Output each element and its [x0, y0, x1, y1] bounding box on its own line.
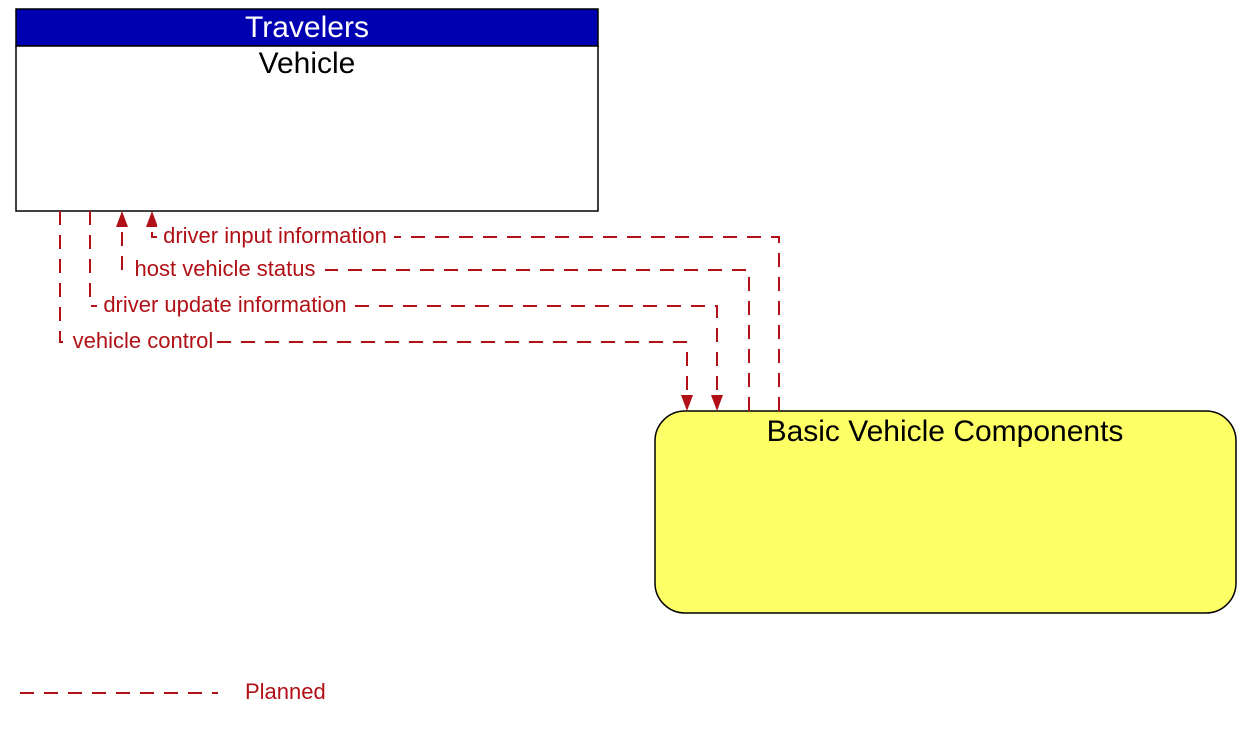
flow-label: driver update information	[103, 292, 346, 317]
flow-label: vehicle control	[73, 328, 214, 353]
legend: Planned	[20, 679, 326, 704]
architecture-diagram: Travelers Vehicle Basic Vehicle Componen…	[0, 0, 1252, 748]
arrowhead-icon	[116, 211, 128, 227]
arrowhead-icon	[681, 395, 693, 411]
arrowhead-icon	[711, 395, 723, 411]
node-basic-vehicle-components: Basic Vehicle Components	[655, 411, 1236, 613]
travelers-header-text: Travelers	[245, 11, 369, 44]
flow-label: host vehicle status	[135, 256, 316, 281]
component-title: Basic Vehicle Components	[767, 415, 1124, 448]
vehicle-title: Vehicle	[259, 47, 356, 80]
legend-planned-label: Planned	[245, 679, 326, 704]
flow-label: driver input information	[163, 223, 387, 248]
node-travelers-vehicle: Travelers Vehicle	[16, 9, 598, 211]
arrowhead-icon	[146, 211, 158, 227]
